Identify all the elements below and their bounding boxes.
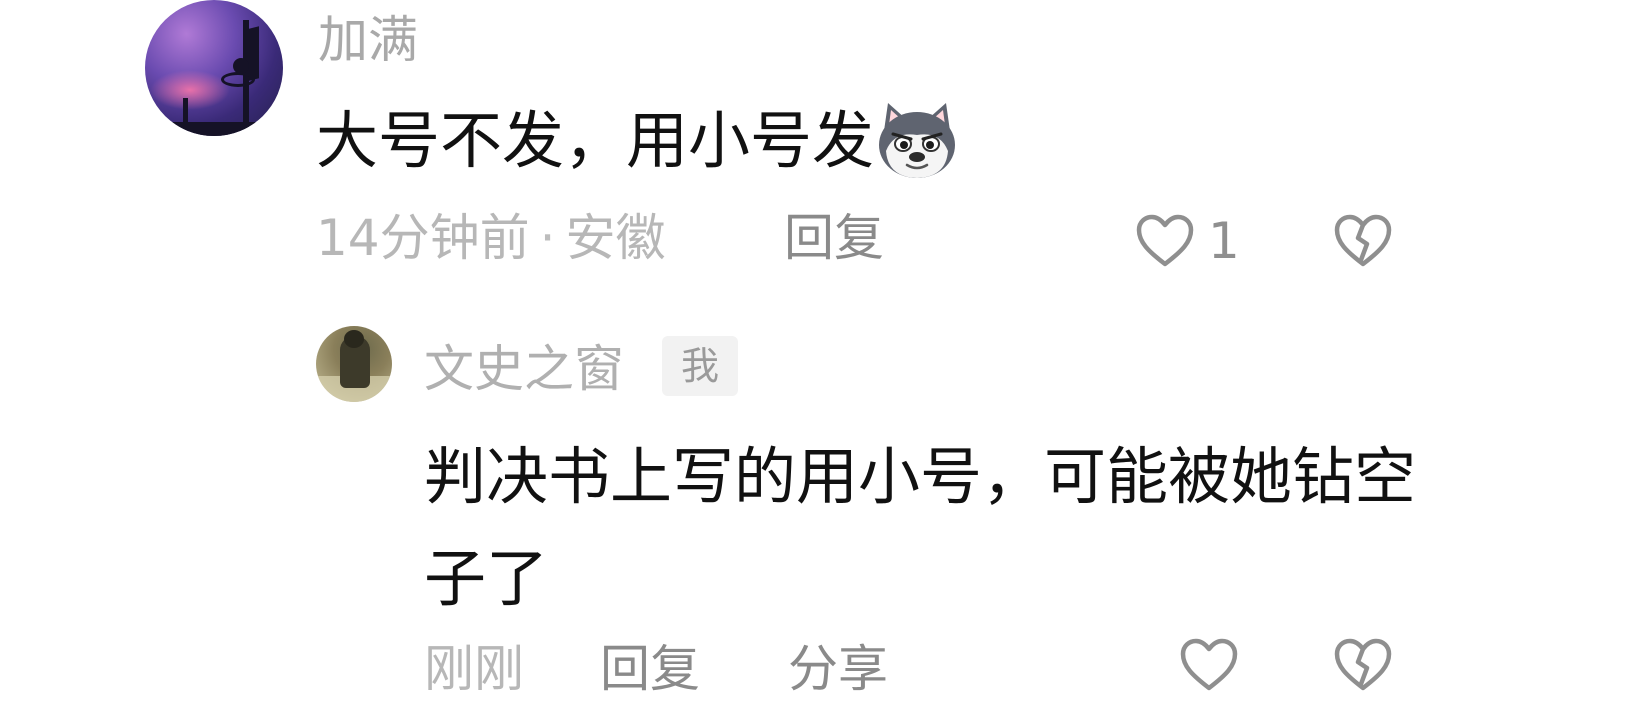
dislike-button[interactable] [1334,214,1392,272]
reply-username[interactable]: 文史之窗 [424,336,624,402]
reply-dislike-button[interactable] [1334,638,1392,696]
avatar-figure-head [344,330,364,348]
reply-avatar[interactable] [316,326,392,402]
reply-button[interactable]: 回复 [784,205,884,271]
comment-thread: 加满 大号不发，用小号发 14分钟前 · 安徽 回复 1 文史之窗 我 判决书上… [0,0,1648,705]
avatar-ball [233,58,249,74]
meta-separator: · [539,209,556,267]
avatar-ground [145,122,283,136]
avatar-hoop-ring [221,72,255,87]
comment-text: 大号不发，用小号发 [316,100,960,182]
dog-emoji-icon [879,103,956,178]
comment-location: 安徽 [565,209,666,267]
heart-outline-icon [1180,638,1238,691]
comment-username[interactable]: 加满 [318,8,418,72]
reply-like-button[interactable] [1180,638,1238,696]
like-button[interactable]: 1 [1136,208,1240,274]
comment-time: 14分钟前 [316,209,530,267]
reply-text: 判决书上写的用小号，可能被她钻空子了 [424,440,1417,615]
comment-text-body: 大号不发，用小号发 [316,104,875,177]
broken-heart-icon [1334,214,1392,267]
like-count: 1 [1208,212,1240,270]
share-button[interactable]: 分享 [788,636,888,702]
avatar[interactable] [145,0,283,136]
me-badge: 我 [662,336,738,396]
reply-reply-button[interactable]: 回复 [600,636,700,702]
comment-meta: 14分钟前 · 安徽 [316,205,666,271]
avatar-glow [150,70,230,110]
reply-time: 刚刚 [424,640,524,698]
heart-outline-icon [1136,214,1194,267]
broken-heart-icon [1334,638,1392,691]
